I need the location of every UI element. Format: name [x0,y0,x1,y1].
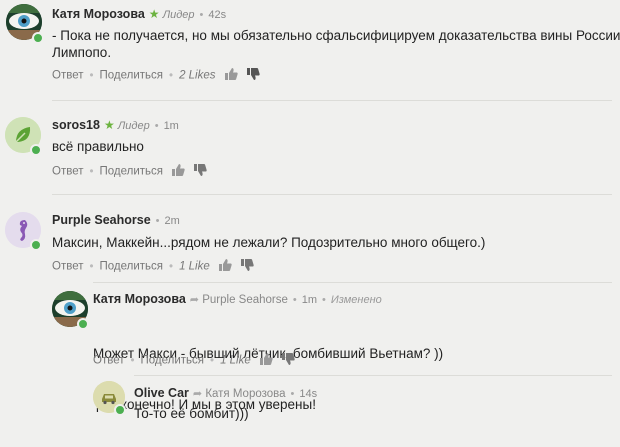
thumbs-up-icon[interactable] [259,353,273,368]
likes-count[interactable]: 1 Like [179,261,210,273]
timestamp[interactable]: 1m [164,120,179,132]
reply-arrow-icon: ➦ [192,388,203,400]
thumbs-up-icon[interactable] [224,68,238,83]
divider [93,282,612,283]
thumbs-up-icon[interactable] [218,259,232,274]
separator-dot: • [292,294,297,306]
leader-star-icon: ★ [103,118,115,132]
reply-arrow-icon: ➦ [189,294,200,306]
share-button[interactable]: Поделиться [100,70,164,82]
thumbs-up-icon[interactable] [172,164,185,179]
share-button[interactable]: Поделиться [100,166,164,178]
comment-text-line: Лимпопо. [52,45,112,60]
edited-label: Изменено [330,294,382,306]
comment-text-line: всё правильно [52,139,144,154]
leader-badge: Лидер [162,9,195,21]
online-indicator [30,144,42,156]
share-button[interactable]: Поделиться [100,261,164,273]
separator-dot: • [154,120,159,132]
separator-dot: • [322,294,326,306]
timestamp[interactable]: 1m [302,294,317,306]
thumbs-down-icon[interactable] [282,353,295,368]
reply-button[interactable]: Ответ [93,355,124,367]
thumbs-down-icon[interactable] [246,68,260,83]
separator-dot: • [290,388,295,400]
divider [52,100,612,101]
share-button[interactable]: Поделиться [141,355,205,367]
author-name[interactable]: Purple Seahorse [52,213,151,227]
reply-to-name[interactable]: Катя Морозова [205,388,285,400]
comment-text-line: Максин, Маккейн...рядом не лежали? Подоз… [52,235,486,250]
reply-button[interactable]: Ответ [52,166,83,178]
online-indicator [32,32,44,44]
author-name[interactable]: Olive Car [134,386,189,400]
leader-badge: Лидер [117,120,150,132]
online-indicator [114,404,126,416]
author-name[interactable]: soros18 [52,118,100,132]
comment-text-line: То-то её бомбит))) [134,406,249,421]
timestamp[interactable]: 14s [299,388,317,400]
reply-to-name[interactable]: Purple Seahorse [202,294,288,306]
timestamp[interactable]: 2m [165,215,180,227]
separator-dot: • [155,215,160,227]
author-name[interactable]: Катя Морозова [93,292,186,306]
reply-button[interactable]: Ответ [52,261,83,273]
timestamp[interactable]: 42s [208,9,226,21]
thumbs-down-icon[interactable] [194,164,208,179]
author-name[interactable]: Катя Морозова [52,7,145,21]
online-indicator [30,239,42,251]
online-indicator [77,318,89,330]
divider [134,375,612,376]
divider [52,194,612,195]
likes-count[interactable]: 2 Likes [179,70,215,82]
leader-star-icon: ★ [148,7,160,21]
thumbs-down-icon[interactable] [241,259,254,274]
likes-count[interactable]: 1 Like [220,355,251,367]
comment-text-line: - Пока не получается, но мы обязательно … [52,28,620,43]
separator-dot: • [199,9,204,21]
reply-button[interactable]: Ответ [52,70,83,82]
